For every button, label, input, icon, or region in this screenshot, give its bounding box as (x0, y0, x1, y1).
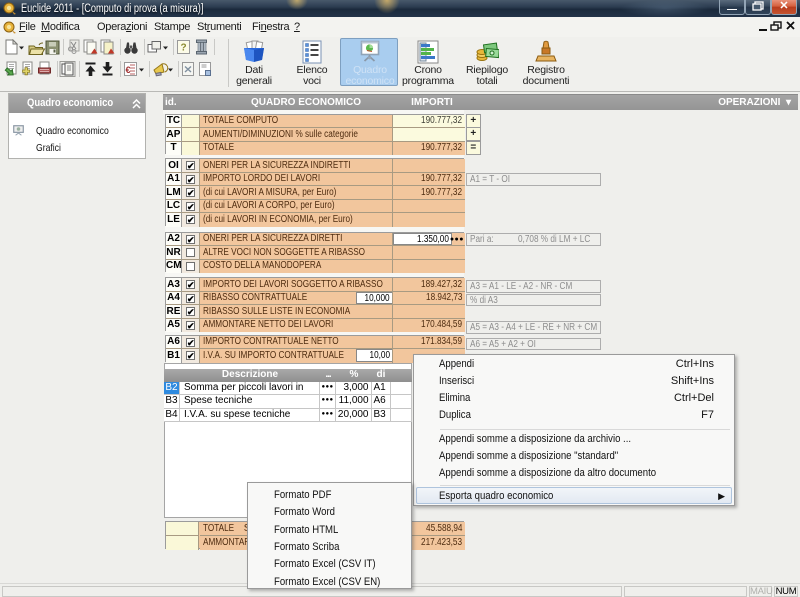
svg-text:?: ? (180, 43, 186, 54)
svg-text:€: € (125, 65, 130, 75)
